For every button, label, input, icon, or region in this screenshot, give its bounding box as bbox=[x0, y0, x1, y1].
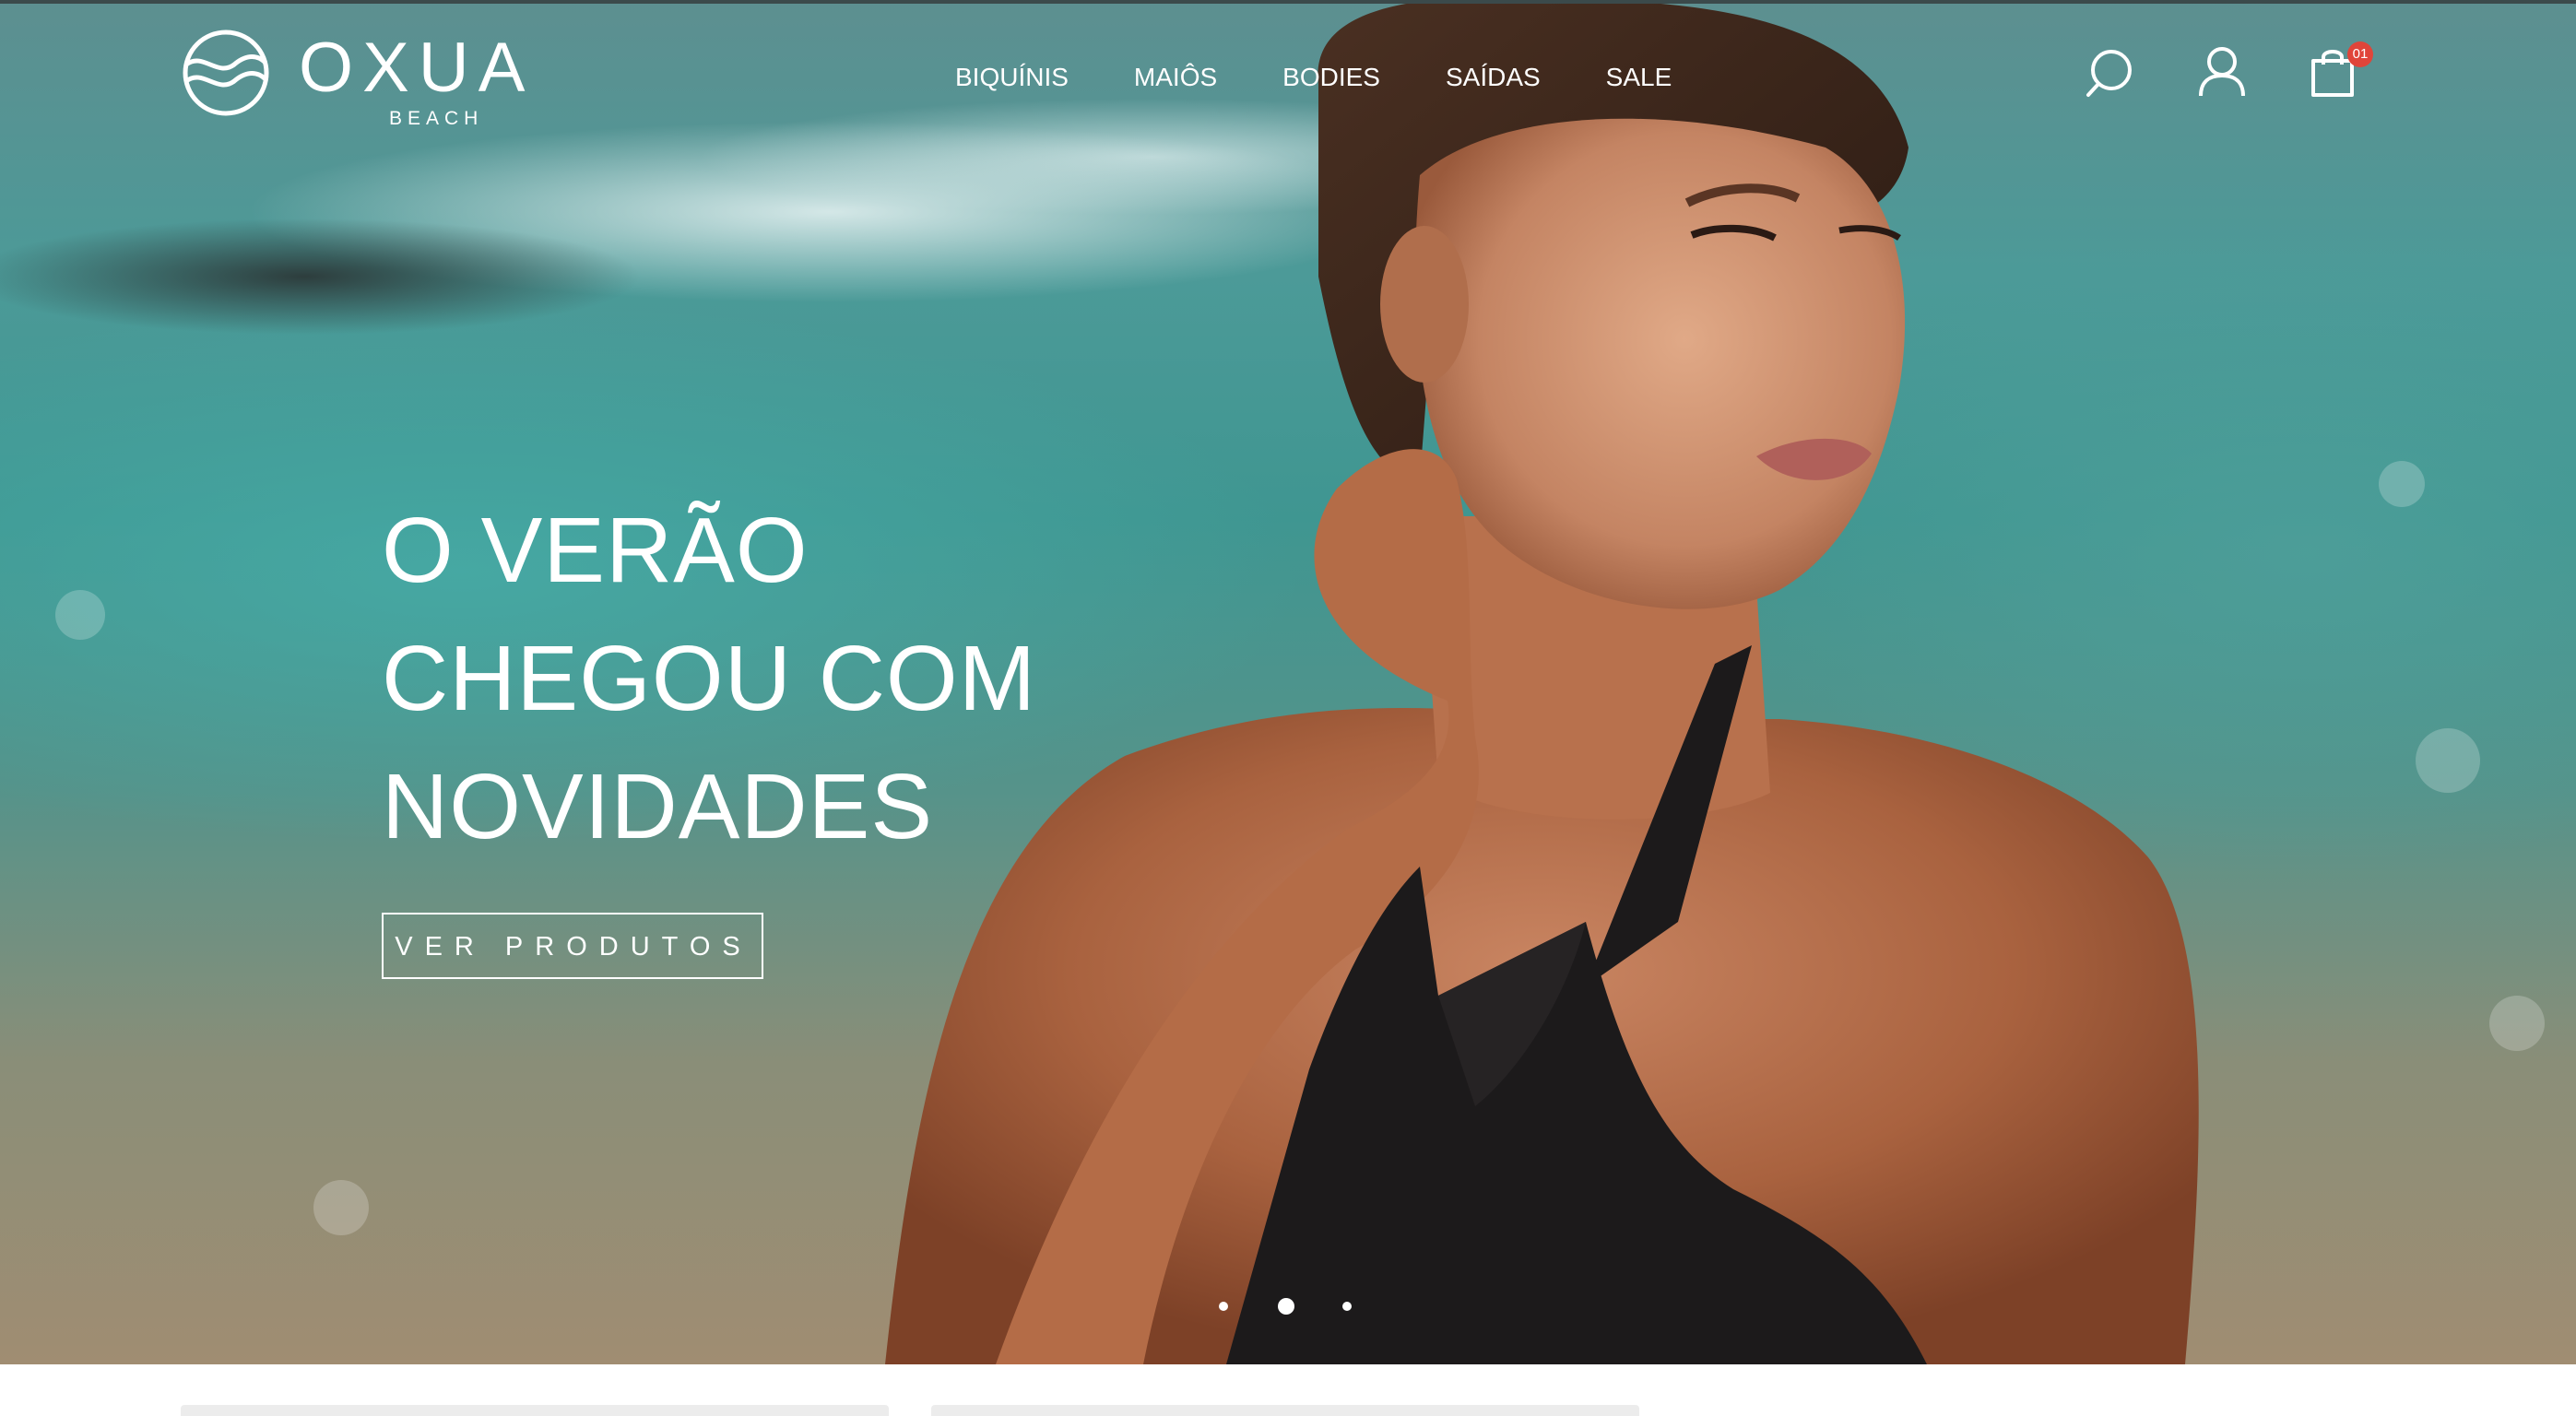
hero-headline-line: NOVIDADES bbox=[382, 755, 934, 858]
top-border bbox=[0, 0, 2576, 4]
user-icon[interactable] bbox=[2198, 46, 2246, 98]
hero-headline: O VERÃO CHEGOU COM NOVIDADES bbox=[382, 487, 1036, 871]
product-card-preview bbox=[181, 1405, 889, 1416]
slide-dot-2-active[interactable] bbox=[1278, 1298, 1294, 1315]
nav-item-saidas[interactable]: SAÍDAS bbox=[1446, 59, 1541, 96]
nav-item-biquinis[interactable]: BIQUÍNIS bbox=[955, 59, 1069, 96]
wave-logo-icon bbox=[183, 30, 269, 116]
slide-dot-3[interactable] bbox=[1342, 1302, 1352, 1311]
nav-item-sale[interactable]: SALE bbox=[1606, 59, 1672, 96]
cart-count-badge: 01 bbox=[2347, 41, 2373, 67]
hero-headline-line: O VERÃO bbox=[382, 499, 809, 602]
main-nav: BIQUÍNIS MAIÔS BODIES SAÍDAS SALE bbox=[955, 59, 1737, 96]
hero-headline-line: CHEGOU COM bbox=[382, 627, 1036, 730]
slide-dot-1[interactable] bbox=[1219, 1302, 1228, 1311]
view-products-button[interactable]: VER PRODUTOS bbox=[382, 913, 763, 979]
search-icon[interactable] bbox=[2086, 48, 2133, 98]
nav-item-maios[interactable]: MAIÔS bbox=[1134, 59, 1217, 96]
brand-logo[interactable]: OXUA BEACH bbox=[181, 24, 568, 135]
nav-item-bodies[interactable]: BODIES bbox=[1282, 59, 1380, 96]
brand-name: OXUA bbox=[299, 29, 535, 107]
slider-pagination bbox=[1208, 1295, 1355, 1317]
product-card-preview bbox=[931, 1405, 1639, 1416]
brand-subtitle: BEACH bbox=[389, 108, 484, 129]
